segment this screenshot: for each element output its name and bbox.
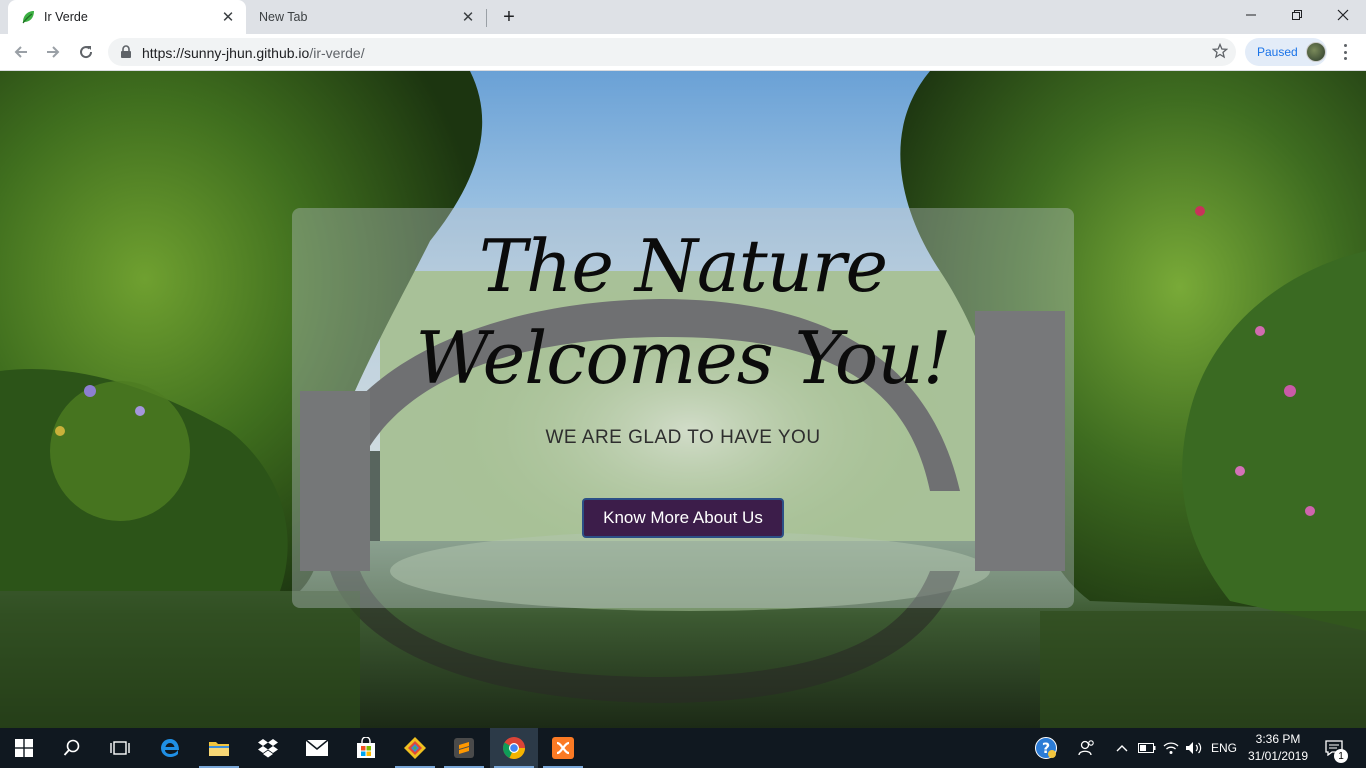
url-host: https://sunny-jhun.github.io	[142, 45, 310, 61]
action-center-icon[interactable]	[1318, 728, 1350, 768]
task-view-icon[interactable]	[96, 728, 144, 768]
dropbox-icon[interactable]	[244, 728, 292, 768]
url-text: https://sunny-jhun.github.io/ir-verde/	[142, 45, 365, 61]
clock-date: 31/01/2019	[1247, 749, 1309, 763]
tab-separator	[486, 9, 487, 27]
restore-icon[interactable]	[1274, 0, 1320, 30]
hero-subtitle: WE ARE GLAD TO HAVE YOU	[545, 427, 821, 448]
clock-time: 3:36 PM	[1255, 732, 1301, 746]
chevron-up-icon[interactable]	[1112, 728, 1132, 768]
url-path: /ir-verde/	[309, 45, 365, 61]
profile-button[interactable]: Paused	[1245, 38, 1327, 66]
hero-card: The Nature Welcomes You! WE ARE GLAD TO …	[292, 208, 1074, 608]
leaf-favicon-icon	[20, 9, 36, 25]
lock-icon	[120, 45, 132, 64]
bookmark-star-icon[interactable]	[1211, 42, 1229, 64]
tab-ir-verde[interactable]: Ir Verde ✕	[8, 0, 246, 34]
search-icon[interactable]	[48, 728, 96, 768]
tab-title: Ir Verde	[44, 10, 88, 24]
people-icon[interactable]	[1072, 728, 1102, 768]
window-close-icon[interactable]	[1320, 0, 1366, 30]
minimize-icon[interactable]	[1228, 0, 1274, 30]
store-icon[interactable]	[342, 728, 390, 768]
new-tab-plus-icon[interactable]: +	[497, 5, 521, 29]
edge-browser-icon[interactable]	[146, 728, 194, 768]
browser-tab-strip: Ir Verde ✕ New Tab ✕ +	[0, 0, 1366, 34]
windows-start-icon[interactable]	[0, 728, 48, 768]
tab-new-tab[interactable]: New Tab ✕	[246, 0, 486, 34]
file-explorer-icon[interactable]	[195, 728, 243, 768]
page-viewport: The Nature Welcomes You! WE ARE GLAD TO …	[0, 71, 1366, 728]
language-indicator[interactable]: ENG	[1208, 728, 1240, 768]
system-clock[interactable]: 3:36 PM 31/01/2019	[1244, 731, 1312, 765]
notification-count-badge: 1	[1334, 749, 1348, 763]
close-tab-icon[interactable]: ✕	[218, 7, 238, 27]
profile-status: Paused	[1257, 45, 1298, 59]
mail-icon[interactable]	[293, 728, 341, 768]
know-more-button[interactable]: Know More About Us	[582, 498, 784, 538]
help-question-icon[interactable]: ?	[1030, 728, 1062, 768]
back-arrow-icon[interactable]	[8, 39, 34, 65]
reload-icon[interactable]	[73, 39, 99, 65]
volume-icon[interactable]	[1183, 728, 1205, 768]
windows-taskbar: ? ENG 3:36 PM 31/01/2019 1	[0, 728, 1366, 768]
more-menu-icon[interactable]	[1336, 42, 1354, 62]
wifi-icon[interactable]	[1160, 728, 1182, 768]
address-bar[interactable]: https://sunny-jhun.github.io/ir-verde/	[108, 38, 1236, 66]
tab-title: New Tab	[259, 10, 308, 24]
browser-toolbar: https://sunny-jhun.github.io/ir-verde/ P…	[0, 34, 1366, 71]
battery-icon[interactable]	[1136, 728, 1158, 768]
close-tab-icon[interactable]: ✕	[458, 7, 478, 27]
git-app-icon[interactable]	[391, 728, 439, 768]
chrome-icon[interactable]	[490, 728, 538, 768]
sublime-text-icon[interactable]	[440, 728, 488, 768]
hero-title: The Nature Welcomes You!	[415, 224, 951, 400]
xampp-icon[interactable]	[539, 728, 587, 768]
forward-arrow-icon[interactable]	[40, 39, 66, 65]
avatar	[1305, 42, 1326, 62]
